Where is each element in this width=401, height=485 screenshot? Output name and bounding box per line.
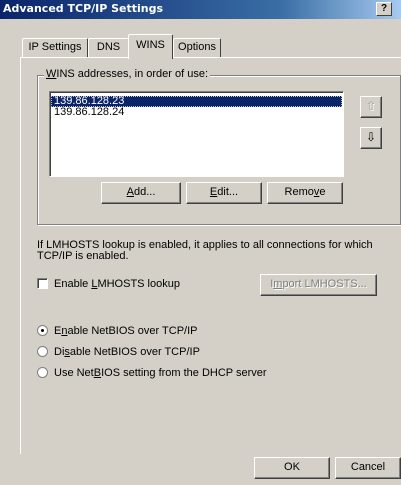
tab-label: WINS xyxy=(136,39,165,51)
add-button[interactable]: Add... xyxy=(101,182,181,204)
cancel-button[interactable]: Cancel xyxy=(335,457,401,479)
tab-label: Options xyxy=(178,41,216,53)
move-up-button[interactable]: ⇧ xyxy=(360,96,382,118)
tab-label: IP Settings xyxy=(28,41,82,53)
tab-dns[interactable]: DNS xyxy=(88,38,129,57)
arrow-down-icon: ⇩ xyxy=(365,130,377,144)
advanced-tcpip-settings-dialog: Advanced TCP/IP Settings ? IP Settings D… xyxy=(0,0,401,485)
radio-button[interactable] xyxy=(37,325,48,336)
help-icon: ? xyxy=(380,3,388,14)
wins-addresses-group-label: WINS addresses, in order of use: xyxy=(44,68,211,80)
wins-address-list[interactable]: 139.86.128.23 139.86.128.24 xyxy=(49,91,344,177)
radio-button[interactable] xyxy=(37,346,48,357)
remove-button[interactable]: Remove xyxy=(267,182,343,204)
title-bar[interactable]: Advanced TCP/IP Settings ? xyxy=(0,0,401,19)
radio-use-dhcp-netbios[interactable]: Use NetBIOS setting from the DHCP server xyxy=(37,367,267,381)
edit-button[interactable]: Edit... xyxy=(186,182,262,204)
move-down-button[interactable]: ⇩ xyxy=(360,127,382,149)
lmhosts-info-text: If LMHOSTS lookup is enabled, it applies… xyxy=(37,239,373,262)
window-title: Advanced TCP/IP Settings xyxy=(3,2,164,15)
radio-disable-netbios[interactable]: Disable NetBIOS over TCP/IP xyxy=(37,346,200,360)
tab-options[interactable]: Options xyxy=(173,38,221,57)
tab-wins[interactable]: WINS xyxy=(128,34,173,59)
enable-lmhosts-checkbox[interactable]: Enable LMHOSTS lookup xyxy=(37,278,180,292)
ok-button[interactable]: OK xyxy=(254,457,330,479)
tab-label: DNS xyxy=(96,41,121,53)
radio-button[interactable] xyxy=(37,367,48,378)
tab-ip-settings[interactable]: IP Settings xyxy=(22,38,88,57)
help-button[interactable]: ? xyxy=(376,2,392,16)
arrow-up-icon: ⇧ xyxy=(365,99,377,113)
list-item[interactable]: 139.86.128.24 xyxy=(51,107,342,118)
radio-enable-netbios[interactable]: Enable NetBIOS over TCP/IP xyxy=(37,325,198,339)
import-lmhosts-button[interactable]: Import LMHOSTS... xyxy=(260,274,377,296)
checkbox-box[interactable] xyxy=(37,278,48,289)
